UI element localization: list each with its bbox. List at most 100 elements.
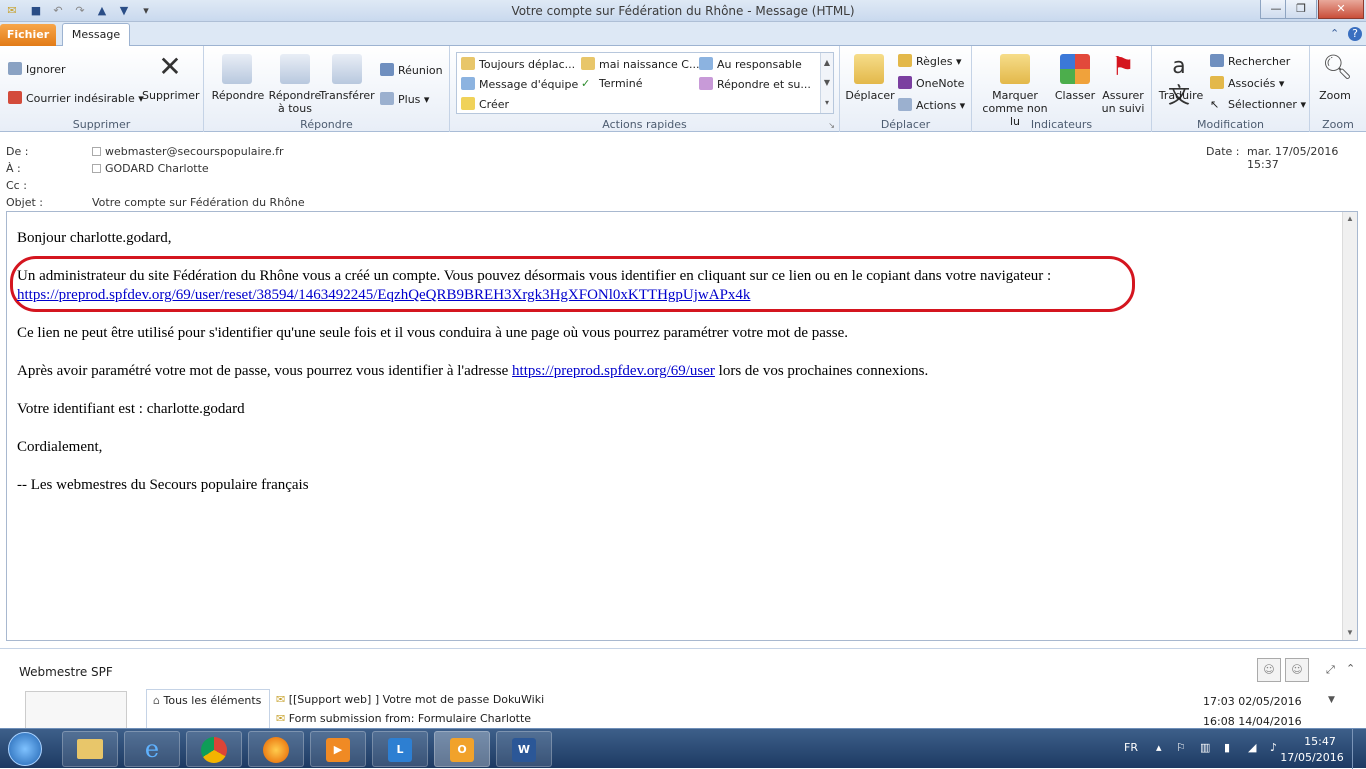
mark-unread-icon	[1000, 54, 1030, 84]
categorize-icon	[1060, 54, 1090, 84]
select-button[interactable]: ↖ Sélectionner ▾	[1210, 98, 1306, 111]
reply-all-button[interactable]: Répondre à tous	[264, 89, 326, 115]
quick-step-termine[interactable]: ✓ Terminé	[581, 77, 642, 90]
filter-all-items[interactable]: ⌂ Tous les éléments	[153, 694, 261, 707]
folder-icon	[77, 739, 103, 759]
contact-checkbox-icon	[92, 147, 101, 156]
taskbar-chrome[interactable]	[186, 731, 242, 767]
zoom-button[interactable]: Zoom	[1310, 89, 1360, 102]
meeting-button[interactable]: Réunion	[380, 63, 443, 77]
quick-step-creer[interactable]: Créer	[461, 97, 509, 111]
contact-photo-icon[interactable]: ☺	[1257, 658, 1281, 682]
related-button[interactable]: Associés ▾	[1210, 76, 1284, 90]
tab-message[interactable]: Message	[62, 23, 130, 47]
taskbar-word[interactable]: W	[496, 731, 552, 767]
onenote-button[interactable]: OneNote	[898, 76, 964, 90]
subject-label: Objet :	[6, 196, 43, 209]
help-icon[interactable]: ?	[1348, 27, 1362, 41]
search-people-icon	[1210, 54, 1224, 67]
list-item[interactable]: ✉ Form submission from: Formulaire Charl…	[276, 712, 531, 725]
zoom-icon: 🔍︎	[1322, 53, 1353, 81]
search-button[interactable]: Rechercher	[1210, 54, 1290, 68]
create-icon	[461, 97, 475, 110]
move-folder-icon	[854, 54, 884, 84]
quick-steps-scroll[interactable]: ▲ ▼ ▾	[820, 53, 833, 113]
reply-delete-icon	[699, 77, 713, 90]
dialog-launcher-icon[interactable]: ↘	[828, 121, 835, 130]
group-supprimer: Ignorer Courrier indésirable ▾ ✕ Supprim…	[0, 46, 204, 132]
title-bar: ✉ ■ ↶ ↷ ▲ ▼ ▾ Votre compte sur Fédératio…	[0, 0, 1366, 22]
group-label-repondre: Répondre	[300, 118, 353, 131]
collapse-ribbon-icon[interactable]: ⌃	[1330, 27, 1339, 40]
actions-button[interactable]: Actions ▾	[898, 98, 965, 112]
contact-picture	[25, 691, 127, 729]
battery-tray-icon[interactable]: ▮	[1224, 741, 1230, 754]
reset-link[interactable]: https://preprod.spfdev.org/69/user/reset…	[17, 286, 750, 305]
followup-button[interactable]: Assurer un suivi	[1098, 89, 1148, 115]
ignore-button[interactable]: Ignorer	[8, 62, 66, 76]
group-label-indicateurs: Indicateurs	[1030, 118, 1093, 131]
calendar-icon	[380, 63, 394, 76]
reply-button[interactable]: Répondre	[208, 89, 268, 102]
people-filter-list: ⌂ Tous les éléments	[146, 689, 270, 729]
close-button[interactable]: ✕	[1318, 0, 1364, 19]
clock-date[interactable]: 17/05/2016	[1280, 751, 1344, 764]
more-button[interactable]: Plus ▾	[380, 92, 429, 106]
quick-step-responsable[interactable]: Au responsable	[699, 57, 802, 71]
group-repondre: Répondre Répondre à tous Transférer Réun…	[204, 46, 450, 132]
group-label-modification: Modification	[1196, 118, 1265, 131]
to-value[interactable]: GODARD Charlotte	[92, 162, 209, 175]
tray-expand-icon[interactable]: ▴	[1156, 741, 1162, 754]
scroll-up-icon[interactable]: ▲	[1343, 212, 1357, 226]
from-value[interactable]: webmaster@secourspopulaire.fr	[92, 145, 284, 158]
onenote-icon	[898, 76, 912, 89]
start-button[interactable]	[8, 732, 42, 766]
junk-icon	[8, 91, 22, 104]
manager-icon	[699, 57, 713, 70]
media-player-icon: ▶	[326, 738, 350, 762]
list-item[interactable]: ✉ [[Support web] ] Votre mot de passe Do…	[276, 693, 544, 706]
clock-time[interactable]: 15:47	[1295, 735, 1345, 748]
contact-photo-icon-2[interactable]: ☺	[1285, 658, 1309, 682]
taskbar-outlook[interactable]: O	[434, 731, 490, 767]
cursor-icon: ↖	[1210, 98, 1220, 111]
taskbar-ie[interactable]: e	[124, 731, 180, 767]
language-indicator[interactable]: FR	[1124, 741, 1138, 754]
quick-step-toujours[interactable]: Toujours déplac...	[461, 57, 575, 71]
rules-button[interactable]: Règles ▾	[898, 54, 962, 68]
ribbon: Ignorer Courrier indésirable ▾ ✕ Supprim…	[0, 46, 1366, 132]
body-scrollbar[interactable]: ▲ ▼	[1342, 212, 1357, 640]
categorize-button[interactable]: Classer	[1052, 89, 1098, 102]
expand-icon[interactable]: ⤢	[1326, 663, 1335, 677]
forward-icon	[332, 54, 362, 84]
taskbar-media[interactable]: ▶	[310, 731, 366, 767]
message-body[interactable]: Bonjour charlotte.godard, Un administrat…	[6, 211, 1358, 641]
expand-item-icon[interactable]: ▼	[1328, 695, 1335, 705]
date-value: mar. 17/05/2016 15:37	[1247, 145, 1339, 171]
signal-tray-icon[interactable]: ◢	[1248, 741, 1256, 754]
junk-button[interactable]: Courrier indésirable ▾	[8, 91, 144, 105]
taskbar-firefox[interactable]	[248, 731, 304, 767]
volume-tray-icon[interactable]: ♪	[1270, 741, 1277, 754]
delete-button[interactable]: Supprimer	[142, 89, 200, 102]
show-desktop-button[interactable]	[1352, 729, 1366, 769]
scroll-down-icon[interactable]: ▼	[1343, 626, 1357, 640]
network-tray-icon[interactable]: ▥	[1200, 741, 1210, 754]
tab-fichier[interactable]: Fichier	[0, 24, 56, 46]
user-link[interactable]: https://preprod.spfdev.org/69/user	[512, 363, 715, 379]
collapse-icon[interactable]: ⌃	[1346, 662, 1355, 675]
quick-step-repondre[interactable]: Répondre et su...	[699, 77, 811, 91]
maximize-button[interactable]: ❐	[1285, 0, 1317, 19]
move-button[interactable]: Déplacer	[842, 89, 898, 102]
taskbar-explorer[interactable]	[62, 731, 118, 767]
forward-button[interactable]: Transférer	[318, 89, 376, 102]
closing: Cordialement,	[17, 439, 103, 455]
taskbar: e ▶ L O W FR ▴ ⚐ ▥ ▮ ◢ ♪ 15:47 17/05/201…	[0, 728, 1366, 769]
quick-step-equipe[interactable]: Message d'équipe	[461, 77, 578, 91]
flag-tray-icon[interactable]: ⚐	[1176, 741, 1186, 754]
taskbar-lync[interactable]: L	[372, 731, 428, 767]
group-label-zoom: Zoom	[1322, 118, 1354, 131]
quick-step-mai[interactable]: mai naissance C...	[581, 57, 699, 71]
lync-icon: L	[388, 738, 412, 762]
translate-button[interactable]: Traduire	[1154, 89, 1208, 102]
